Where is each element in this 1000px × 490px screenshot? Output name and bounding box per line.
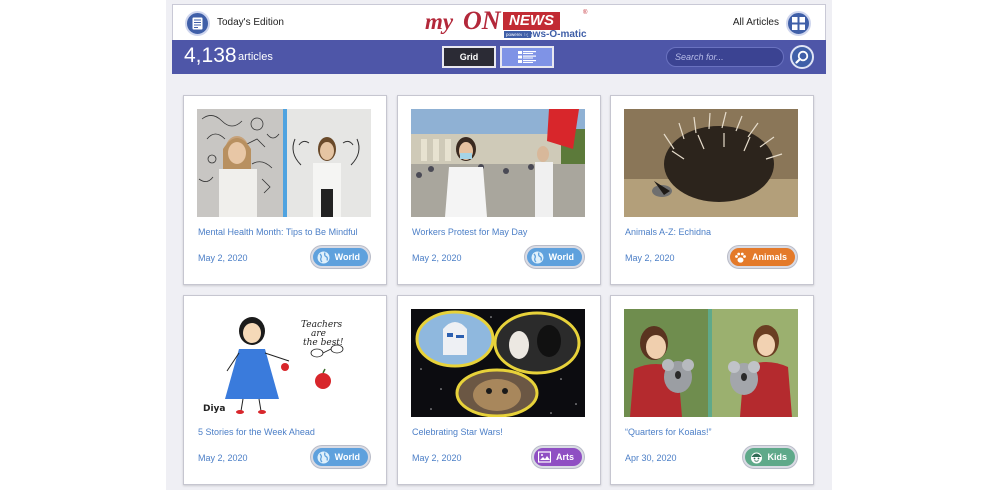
paw-icon — [734, 250, 748, 264]
article-title[interactable]: “Quarters for Koalas!” — [625, 427, 805, 437]
article-thumbnail-protest[interactable] — [411, 109, 585, 217]
drawing-text-the-best: the best! — [303, 338, 344, 348]
kid-face-icon — [749, 450, 763, 464]
logo-my: my — [425, 9, 454, 34]
list-icon — [518, 51, 536, 63]
article-count: 4,138 — [184, 44, 237, 67]
drawing-signature: Diya — [203, 404, 226, 414]
article-thumbnail-mindful[interactable] — [197, 109, 371, 217]
article-card[interactable]: Celebrating Star Wars! May 2, 2020 Arts — [397, 295, 601, 485]
article-card[interactable]: Workers Protest for May Day May 2, 2020 … — [397, 95, 601, 285]
article-thumbnail-koalas[interactable] — [624, 309, 798, 417]
article-thumbnail-drawing[interactable]: Teachers are the best! Diya — [197, 309, 371, 417]
logo-registered-mark: ® — [583, 10, 588, 16]
grid-view-button[interactable]: Grid — [442, 46, 496, 68]
article-title[interactable]: Mental Health Month: Tips to Be Mindful — [198, 227, 378, 237]
category-label: World — [548, 252, 574, 262]
list-view-button[interactable] — [500, 46, 554, 68]
article-card[interactable]: “Quarters for Koalas!” Apr 30, 2020 Kids — [610, 295, 814, 485]
logo-news-o-matic: news-O-matic — [521, 29, 587, 40]
todays-edition-link[interactable]: Today's Edition — [217, 17, 284, 28]
all-articles-link[interactable]: All Articles — [733, 17, 779, 28]
myon-news-logo: my ON NEWS ® powered by news-O-matic — [425, 6, 595, 41]
picture-icon — [538, 450, 552, 464]
logo-news: NEWS — [503, 12, 560, 30]
category-badge-world[interactable]: World — [310, 446, 370, 468]
article-date: May 2, 2020 — [625, 253, 675, 263]
search-button[interactable] — [790, 45, 814, 69]
globe-icon — [317, 450, 331, 464]
article-date: May 2, 2020 — [412, 453, 462, 463]
article-title[interactable]: 5 Stories for the Week Ahead — [198, 427, 378, 437]
all-articles-grid-icon[interactable] — [786, 11, 811, 36]
category-label: Animals — [751, 252, 787, 262]
article-thumbnail-star-wars[interactable] — [411, 309, 585, 417]
article-date: May 2, 2020 — [198, 453, 248, 463]
article-card[interactable]: Mental Health Month: Tips to Be Mindful … — [183, 95, 387, 285]
category-label: Arts — [555, 452, 574, 462]
category-badge-world[interactable]: World — [524, 246, 584, 268]
article-title[interactable]: Celebrating Star Wars! — [412, 427, 592, 437]
category-badge-animals[interactable]: Animals — [727, 246, 797, 268]
article-thumbnail-echidna[interactable] — [624, 109, 798, 217]
category-badge-world[interactable]: World — [310, 246, 370, 268]
article-date: Apr 30, 2020 — [625, 453, 677, 463]
search-input[interactable] — [666, 47, 784, 67]
category-label: World — [334, 252, 360, 262]
article-card[interactable]: Teachers are the best! Diya 5 Stories fo… — [183, 295, 387, 485]
article-card[interactable]: Animals A-Z: Echidna May 2, 2020 Animals — [610, 95, 814, 285]
search-icon — [795, 50, 809, 64]
article-date: May 2, 2020 — [198, 253, 248, 263]
todays-edition-icon[interactable] — [185, 11, 210, 36]
article-date: May 2, 2020 — [412, 253, 462, 263]
article-count-label: articles — [238, 51, 273, 63]
category-label: Kids — [767, 452, 787, 462]
header-bar: Today's Edition my ON NEWS ® powered by … — [172, 4, 826, 40]
logo-on: ON — [463, 6, 501, 35]
article-title[interactable]: Workers Protest for May Day — [412, 227, 592, 237]
toolbar: 4,138 articles Grid — [172, 40, 826, 74]
globe-icon — [317, 250, 331, 264]
category-badge-kids[interactable]: Kids — [743, 446, 797, 468]
category-label: World — [334, 452, 360, 462]
category-badge-arts[interactable]: Arts — [531, 446, 584, 468]
article-title[interactable]: Animals A-Z: Echidna — [625, 227, 805, 237]
globe-icon — [531, 250, 545, 264]
